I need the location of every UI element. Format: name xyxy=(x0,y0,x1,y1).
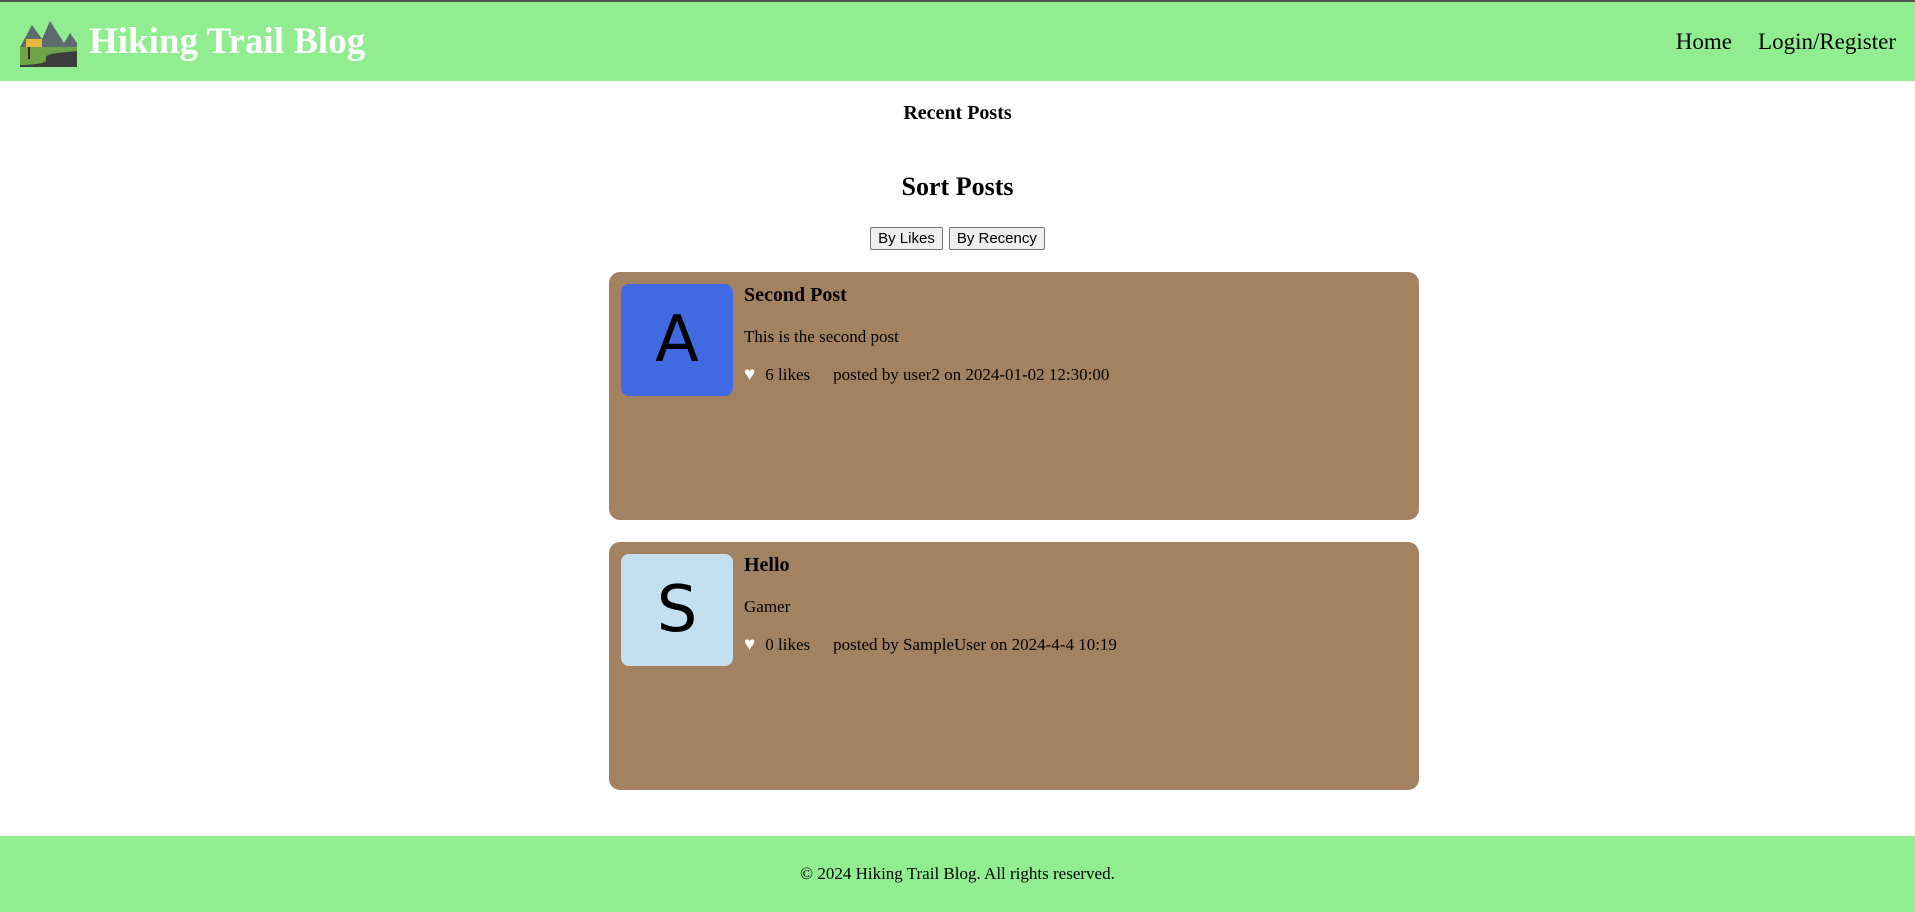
avatar: S xyxy=(621,554,733,666)
sort-by-likes-button[interactable]: By Likes xyxy=(870,227,943,250)
post-meta: ♥ 6 likes posted by user2 on 2024-01-02 … xyxy=(744,365,1407,384)
mountain-trail-logo-icon[interactable] xyxy=(20,17,77,67)
post-byline: posted by SampleUser on 2024-4-4 10:19 xyxy=(833,635,1117,654)
sort-buttons: By Likes By Recency xyxy=(0,227,1915,250)
avatar: A xyxy=(621,284,733,396)
like-count: 0 likes xyxy=(765,635,811,654)
site-header: Hiking Trail Blog Home Login/Register xyxy=(0,2,1915,81)
sort-by-recency-button[interactable]: By Recency xyxy=(948,227,1045,250)
post-card: S Hello Gamer ♥ 0 likes posted by Sample… xyxy=(609,542,1419,790)
main-nav: Home Login/Register xyxy=(1650,29,1896,55)
post-text: Gamer xyxy=(744,597,791,616)
recent-posts-heading: Recent Posts xyxy=(903,102,1012,124)
nav-home-link[interactable]: Home xyxy=(1676,29,1732,55)
heart-icon[interactable]: ♥ xyxy=(744,365,755,384)
footer-copyright: © 2024 Hiking Trail Blog. All rights res… xyxy=(800,864,1115,883)
post-text: This is the second post xyxy=(744,327,899,346)
brand[interactable]: Hiking Trail Blog xyxy=(20,17,365,67)
site-title: Hiking Trail Blog xyxy=(89,21,366,62)
post-title: Hello xyxy=(744,554,790,576)
site-footer: © 2024 Hiking Trail Blog. All rights res… xyxy=(0,836,1915,912)
post-title: Second Post xyxy=(744,284,847,306)
post-byline: posted by user2 on 2024-01-02 12:30:00 xyxy=(833,365,1110,384)
nav-login-register-link[interactable]: Login/Register xyxy=(1758,29,1896,55)
heart-icon[interactable]: ♥ xyxy=(744,635,755,654)
post-body: Hello Gamer ♥ 0 likes posted by SampleUs… xyxy=(744,554,1407,654)
post-meta: ♥ 0 likes posted by SampleUser on 2024-4… xyxy=(744,635,1407,654)
post-body: Second Post This is the second post ♥ 6 … xyxy=(744,284,1407,384)
post-card: A Second Post This is the second post ♥ … xyxy=(609,272,1419,520)
like-count: 6 likes xyxy=(765,365,811,384)
sort-posts-heading: Sort Posts xyxy=(901,172,1014,201)
